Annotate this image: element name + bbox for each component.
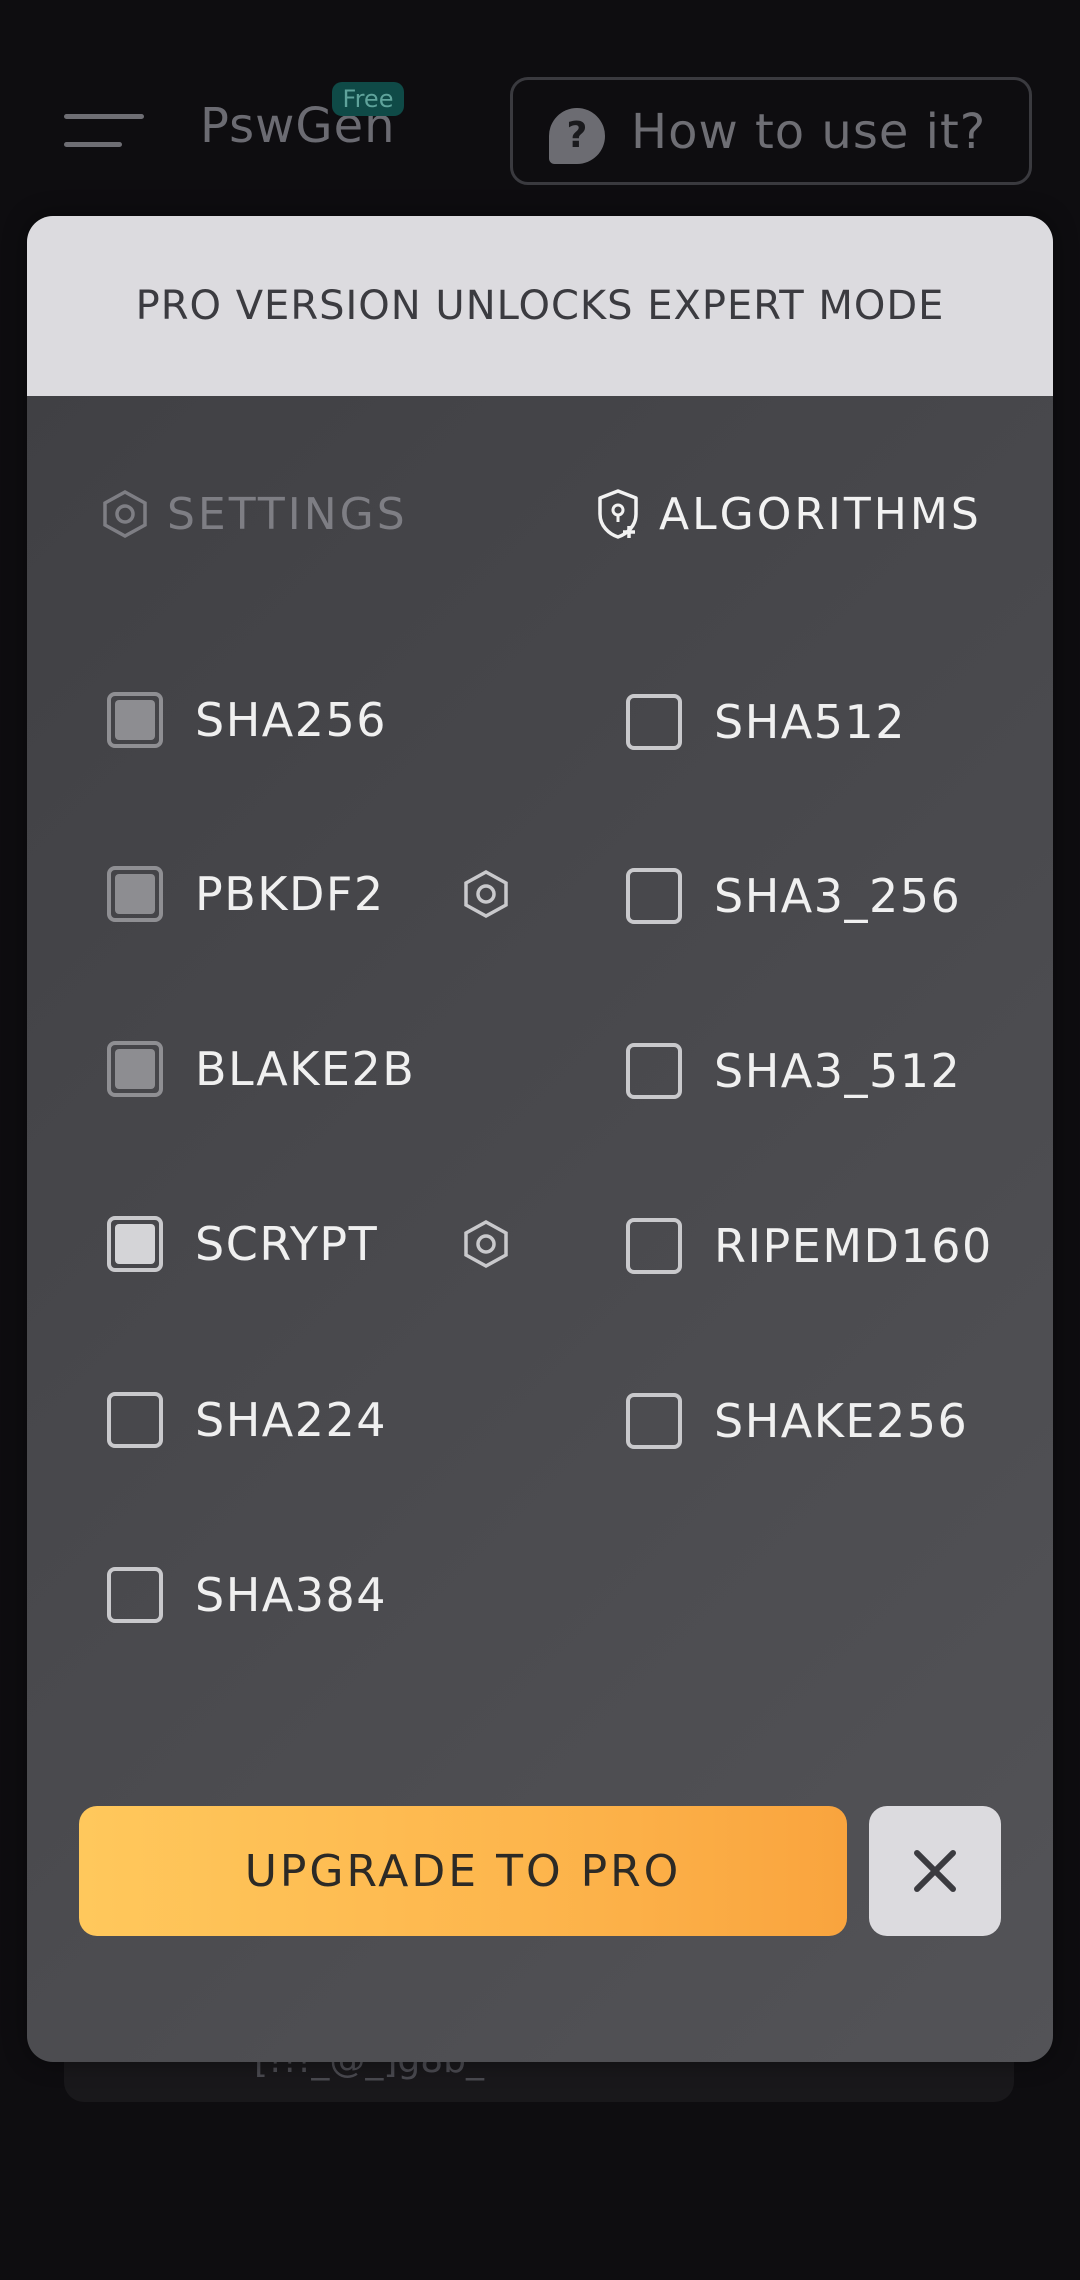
algo-sha384[interactable]: SHA384	[107, 1565, 387, 1625]
algo-sha384-checkbox[interactable]	[107, 1567, 163, 1623]
algo-scrypt-checkbox[interactable]	[107, 1216, 163, 1272]
algo-sha224-label: SHA224	[195, 1393, 388, 1447]
how-to-use-label: How to use it?	[631, 104, 987, 160]
algo-sha256-checkbox[interactable]	[107, 692, 163, 748]
tab-algorithms[interactable]: ALGORITHMS	[595, 484, 982, 544]
help-icon: ?	[549, 108, 605, 164]
algo-sha512-label: SHA512	[714, 695, 907, 749]
algo-pbkdf2-checkbox[interactable]	[107, 866, 163, 922]
algo-pbkdf2[interactable]: PBKDF2	[107, 864, 385, 924]
tab-settings-label: SETTINGS	[167, 488, 408, 540]
algo-scrypt-label: SCRYPT	[195, 1217, 379, 1271]
algo-blake2b-checkbox[interactable]	[107, 1041, 163, 1097]
algo-sha384-label: SHA384	[195, 1568, 388, 1622]
algo-blake2b-label: BLAKE2B	[195, 1042, 416, 1096]
algo-shake256[interactable]: SHAKE256	[626, 1391, 968, 1451]
algo-scrypt[interactable]: SCRYPT	[107, 1214, 378, 1274]
scrypt-settings-icon[interactable]	[461, 1219, 511, 1269]
algo-sha256-label: SHA256	[195, 693, 388, 747]
pro-banner: PRO VERSION UNLOCKS EXPERT MODE	[27, 216, 1053, 396]
tab-algorithms-label: ALGORITHMS	[659, 488, 982, 540]
algo-ripemd160-label: RIPEMD160	[714, 1219, 993, 1273]
pro-upgrade-modal: PRO VERSION UNLOCKS EXPERT MODE SETTINGS…	[27, 216, 1053, 2062]
settings-hex-icon	[103, 490, 147, 538]
upgrade-to-pro-button[interactable]: UPGRADE TO PRO	[79, 1806, 847, 1936]
algo-shake256-label: SHAKE256	[714, 1394, 969, 1448]
algo-sha224[interactable]: SHA224	[107, 1390, 387, 1450]
top-bar: PswGen Free ? How to use it?	[0, 0, 1080, 200]
algo-sha512[interactable]: SHA512	[626, 692, 906, 752]
close-icon	[914, 1850, 956, 1892]
algo-sha3-512[interactable]: SHA3_512	[626, 1041, 961, 1101]
algo-sha3-256-checkbox[interactable]	[626, 868, 682, 924]
algo-sha512-checkbox[interactable]	[626, 694, 682, 750]
algo-sha3-256-label: SHA3_256	[714, 869, 962, 923]
hamburger-icon[interactable]	[64, 112, 146, 152]
algo-sha224-checkbox[interactable]	[107, 1392, 163, 1448]
algo-ripemd160[interactable]: RIPEMD160	[626, 1216, 993, 1276]
pbkdf2-settings-icon[interactable]	[461, 869, 511, 919]
algo-sha3-256[interactable]: SHA3_256	[626, 866, 961, 926]
shield-lock-icon	[598, 489, 638, 539]
free-badge: Free	[332, 82, 404, 116]
algo-sha256[interactable]: SHA256	[107, 690, 387, 750]
algo-blake2b[interactable]: BLAKE2B	[107, 1039, 415, 1099]
how-to-use-button[interactable]: ? How to use it?	[510, 77, 1032, 185]
algo-sha3-512-checkbox[interactable]	[626, 1043, 682, 1099]
algo-ripemd160-checkbox[interactable]	[626, 1218, 682, 1274]
tab-settings[interactable]: SETTINGS	[101, 484, 408, 544]
algo-shake256-checkbox[interactable]	[626, 1393, 682, 1449]
algo-pbkdf2-label: PBKDF2	[195, 867, 385, 921]
close-button[interactable]	[869, 1806, 1001, 1936]
algo-sha3-512-label: SHA3_512	[714, 1044, 962, 1098]
